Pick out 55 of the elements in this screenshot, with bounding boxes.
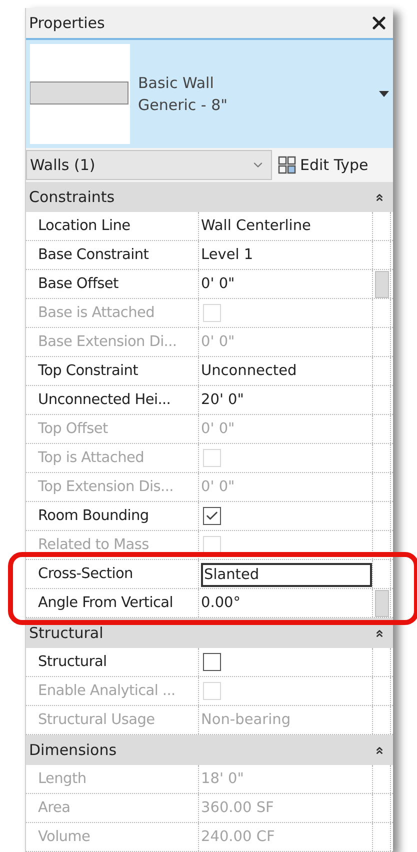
type-selector[interactable]: Basic Wall Generic - 8" <box>26 38 393 148</box>
property-label: Unconnected Hei... <box>37 392 171 408</box>
checkbox[interactable] <box>203 507 221 525</box>
property-label: Room Bounding <box>37 508 149 524</box>
property-label: Top is Attached <box>37 450 144 466</box>
property-label: Related to Mass <box>37 537 149 553</box>
property-value: 0' 0" <box>200 276 235 292</box>
property-value: 18' 0" <box>200 771 244 787</box>
instance-filter-dropdown[interactable]: Walls (1) <box>26 150 272 180</box>
collapse-icon[interactable] <box>374 744 385 756</box>
collapse-icon[interactable] <box>374 628 385 638</box>
property-value: Level 1 <box>200 247 254 263</box>
property-label: Base is Attached <box>37 305 155 321</box>
property-value: Unconnected <box>200 363 297 379</box>
property-label: Top Offset <box>37 421 108 437</box>
property-label: Base Offset <box>37 276 118 292</box>
property-label: Top Constraint <box>37 363 138 379</box>
property-label: Structural Usage <box>37 712 155 728</box>
value-field[interactable]: Slanted <box>201 562 372 586</box>
type-name: Generic - 8" <box>138 95 229 116</box>
scrollbar-thumb[interactable] <box>374 590 388 616</box>
property-value: 0' 0" <box>200 479 235 495</box>
property-value: 0' 0" <box>200 421 235 437</box>
wall-preview-icon <box>30 44 130 144</box>
property-label: Angle From Vertical <box>37 595 173 611</box>
section-title: Constraints <box>29 188 115 206</box>
collapse-icon[interactable] <box>374 192 385 202</box>
scrollbar-thumb[interactable] <box>374 270 388 298</box>
checkbox[interactable] <box>203 653 221 671</box>
property-label: Cross-Section <box>37 566 133 582</box>
property-label: Location Line <box>37 218 130 234</box>
property-value: 360.00 SF <box>200 800 274 816</box>
type-name: Basic Wall <box>138 73 215 94</box>
caret-icon[interactable] <box>379 91 389 97</box>
property-label: Length <box>37 771 86 787</box>
panel-title: Properties <box>29 14 105 32</box>
property-value: Non-bearing <box>200 712 291 728</box>
property-label: Base Constraint <box>37 247 149 263</box>
property-value: 0.00° <box>200 595 241 611</box>
property-label: Volume <box>37 829 90 845</box>
section-header[interactable]: Constraints <box>26 182 393 212</box>
property-value: 240.00 CF <box>200 829 275 845</box>
grid-icon <box>278 156 296 174</box>
property-label: Top Extension Dis... <box>37 479 174 495</box>
property-value: Wall Centerline <box>200 218 311 234</box>
section-header[interactable]: Dimensions <box>26 735 393 765</box>
property-value: 0' 0" <box>200 334 235 350</box>
property-value: 20' 0" <box>200 392 244 408</box>
section-title: Structural <box>29 624 104 642</box>
property-label: Structural <box>37 654 107 670</box>
property-label: Base Extension Di... <box>37 334 177 350</box>
section-title: Dimensions <box>29 741 117 759</box>
property-label: Enable Analytical ... <box>37 683 176 699</box>
property-label: Area <box>37 800 70 816</box>
edit-type-button[interactable]: Edit Type <box>276 156 370 174</box>
